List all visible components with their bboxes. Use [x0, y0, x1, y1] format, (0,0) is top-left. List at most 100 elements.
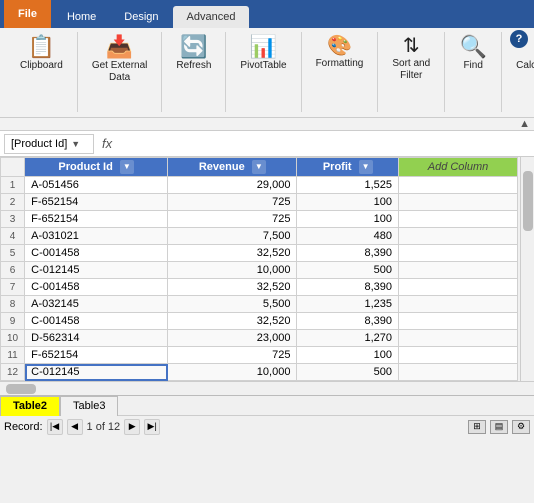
tab-advanced[interactable]: Advanced: [173, 6, 250, 28]
row-number: 3: [1, 211, 25, 228]
cell-product-id[interactable]: C-012145: [25, 262, 168, 279]
nav-last-button[interactable]: ▶|: [144, 419, 160, 435]
cell-profit[interactable]: 1,235: [297, 296, 399, 313]
cell-product-id[interactable]: C-012145: [25, 364, 168, 381]
status-icon-2[interactable]: ▤: [490, 420, 508, 434]
cell-ref-dropdown-icon[interactable]: ▼: [71, 139, 80, 149]
cell-profit[interactable]: 8,390: [297, 279, 399, 296]
row-number: 9: [1, 313, 25, 330]
table-row: 6C-01214510,000500: [1, 262, 518, 279]
cell-add-column[interactable]: [399, 279, 518, 296]
cell-product-id[interactable]: C-001458: [25, 313, 168, 330]
tab-file[interactable]: File: [4, 0, 51, 28]
cell-revenue[interactable]: 725: [168, 347, 297, 364]
formatting-button[interactable]: 🎨 Formatting: [310, 32, 370, 74]
nav-next-button[interactable]: ▶: [124, 419, 140, 435]
cell-product-id[interactable]: F-652154: [25, 211, 168, 228]
help-button[interactable]: ?: [510, 30, 528, 48]
cell-profit[interactable]: 1,525: [297, 177, 399, 194]
cell-product-id[interactable]: A-032145: [25, 296, 168, 313]
cell-profit[interactable]: 500: [297, 364, 399, 381]
cell-product-id[interactable]: C-001458: [25, 245, 168, 262]
col-filter-profit[interactable]: ▼: [359, 160, 373, 174]
cell-product-id[interactable]: A-051456: [25, 177, 168, 194]
col-header-add[interactable]: Add Column: [399, 158, 518, 177]
cell-product-id[interactable]: D-562314: [25, 330, 168, 347]
cell-revenue[interactable]: 23,000: [168, 330, 297, 347]
cell-revenue[interactable]: 5,500: [168, 296, 297, 313]
cell-product-id[interactable]: F-652154: [25, 347, 168, 364]
cell-product-id[interactable]: A-031021: [25, 228, 168, 245]
cell-product-id[interactable]: F-652154: [25, 194, 168, 211]
tab-design[interactable]: Design: [110, 6, 172, 28]
cell-profit[interactable]: 100: [297, 211, 399, 228]
sheet-tab-table2-label: Table2: [13, 400, 47, 412]
cell-revenue[interactable]: 32,520: [168, 313, 297, 330]
cell-profit[interactable]: 480: [297, 228, 399, 245]
table-row: 4A-0310217,500480: [1, 228, 518, 245]
pivot-table-button[interactable]: 📊 PivotTable: [234, 32, 292, 76]
cell-add-column[interactable]: [399, 228, 518, 245]
cell-revenue[interactable]: 32,520: [168, 279, 297, 296]
row-number: 2: [1, 194, 25, 211]
col-filter-revenue[interactable]: ▼: [252, 160, 266, 174]
cell-revenue[interactable]: 32,520: [168, 245, 297, 262]
find-button[interactable]: 🔍 Find: [453, 32, 493, 76]
ribbon-group-clipboard: 📋 Clipboard: [6, 32, 78, 112]
sheet-tab-table2[interactable]: Table2: [0, 396, 60, 416]
cell-revenue[interactable]: 29,000: [168, 177, 297, 194]
col-header-profit[interactable]: Profit ▼: [297, 158, 399, 177]
sort-filter-button[interactable]: ⇅ Sort andFilter: [386, 32, 436, 86]
cell-add-column[interactable]: [399, 194, 518, 211]
cell-add-column[interactable]: [399, 177, 518, 194]
cell-add-column[interactable]: [399, 262, 518, 279]
col-filter-product-id[interactable]: ▼: [120, 160, 134, 174]
refresh-label: Refresh: [176, 60, 211, 72]
h-scrollbar-thumb[interactable]: [6, 384, 36, 394]
cell-reference-box[interactable]: [Product Id] ▼: [4, 134, 94, 154]
nav-first-button[interactable]: |◀: [47, 419, 63, 435]
ribbon-group-pivot: 📊 PivotTable: [226, 32, 301, 112]
vertical-scrollbar[interactable]: [520, 157, 534, 381]
cell-profit[interactable]: 100: [297, 194, 399, 211]
tab-home[interactable]: Home: [53, 6, 110, 28]
cell-revenue[interactable]: 7,500: [168, 228, 297, 245]
row-number: 1: [1, 177, 25, 194]
cell-profit[interactable]: 100: [297, 347, 399, 364]
scrollbar-thumb[interactable]: [523, 171, 533, 231]
table-row: 9C-00145832,5208,390: [1, 313, 518, 330]
cell-add-column[interactable]: [399, 330, 518, 347]
col-header-product-id[interactable]: Product Id ▼: [25, 158, 168, 177]
cell-profit[interactable]: 8,390: [297, 245, 399, 262]
formula-input[interactable]: [120, 138, 530, 150]
cell-product-id[interactable]: C-001458: [25, 279, 168, 296]
record-navigation: |◀ ◀ 1 of 12 ▶ ▶|: [47, 419, 161, 435]
cell-revenue[interactable]: 10,000: [168, 262, 297, 279]
table-row: 5C-00145832,5208,390: [1, 245, 518, 262]
sort-filter-icon: ⇅: [403, 36, 420, 56]
cell-add-column[interactable]: [399, 364, 518, 381]
cell-add-column[interactable]: [399, 347, 518, 364]
cell-revenue[interactable]: 10,000: [168, 364, 297, 381]
table-row: 1A-05145629,0001,525: [1, 177, 518, 194]
status-icon-1[interactable]: ⊞: [468, 420, 486, 434]
cell-revenue[interactable]: 725: [168, 194, 297, 211]
horizontal-scrollbar[interactable]: [0, 381, 534, 395]
cell-profit[interactable]: 1,270: [297, 330, 399, 347]
refresh-button[interactable]: 🔄 Refresh: [170, 32, 217, 76]
status-icon-3[interactable]: ⚙: [512, 420, 530, 434]
cell-add-column[interactable]: [399, 313, 518, 330]
clipboard-button[interactable]: 📋 Clipboard: [14, 32, 69, 76]
cell-profit[interactable]: 500: [297, 262, 399, 279]
cell-add-column[interactable]: [399, 296, 518, 313]
get-external-button[interactable]: 📥 Get ExternalData: [86, 32, 154, 88]
cell-add-column[interactable]: [399, 211, 518, 228]
cell-add-column[interactable]: [399, 245, 518, 262]
cell-revenue[interactable]: 725: [168, 211, 297, 228]
ribbon-collapse-icon[interactable]: ▲: [519, 118, 530, 130]
row-number: 4: [1, 228, 25, 245]
col-header-revenue[interactable]: Revenue ▼: [168, 158, 297, 177]
nav-prev-button[interactable]: ◀: [67, 419, 83, 435]
sheet-tab-table3[interactable]: Table3: [60, 396, 118, 416]
cell-profit[interactable]: 8,390: [297, 313, 399, 330]
